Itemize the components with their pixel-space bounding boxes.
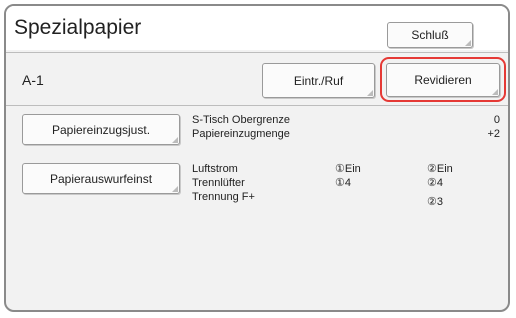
button-corner-icon <box>367 90 373 96</box>
job-id: A-1 <box>22 72 44 88</box>
job-divider <box>6 105 508 106</box>
paper-feed-adjust-button[interactable]: Papiereinzugsjust. <box>22 114 180 145</box>
eject-row-value: ②3 <box>427 196 443 208</box>
paper-feed-adjust-label: Papiereinzugsjust. <box>51 122 151 137</box>
paper-eject-setting-label: Papierauswurfeinst <box>49 171 153 186</box>
feed-row-value: +2 <box>487 128 500 140</box>
feed-row-label: S-Tisch Obergrenze <box>192 114 291 126</box>
eject-row-label: Trennlüfter <box>192 177 245 189</box>
revise-button[interactable]: Revidieren <box>386 63 500 97</box>
button-corner-icon <box>172 137 178 143</box>
button-corner-icon <box>465 40 471 46</box>
close-button-label: Schluß <box>411 28 449 42</box>
button-corner-icon <box>492 89 498 95</box>
entry-recall-label: Eintr./Ruf <box>293 73 344 88</box>
feed-row-label: Papiereinzugmenge <box>192 128 290 140</box>
dialog-frame <box>4 4 510 312</box>
revise-button-label: Revidieren <box>414 73 472 87</box>
eject-row-label: Trennung F+ <box>192 191 255 203</box>
entry-recall-button[interactable]: Eintr./Ruf <box>262 63 375 98</box>
feed-row-value: 0 <box>493 114 500 126</box>
eject-row-value: ①Ein <box>335 163 361 175</box>
close-button[interactable]: Schluß <box>387 22 473 48</box>
page-title: Spezialpapier <box>14 16 142 39</box>
paper-eject-setting-button[interactable]: Papierauswurfeinst <box>22 163 180 194</box>
eject-row-value: ②Ein <box>427 163 453 175</box>
eject-row-label: Luftstrom <box>192 163 238 175</box>
eject-row-value: ②4 <box>427 177 443 189</box>
button-corner-icon <box>172 186 178 192</box>
eject-row-value: ①4 <box>335 177 351 189</box>
header-divider <box>6 52 508 53</box>
